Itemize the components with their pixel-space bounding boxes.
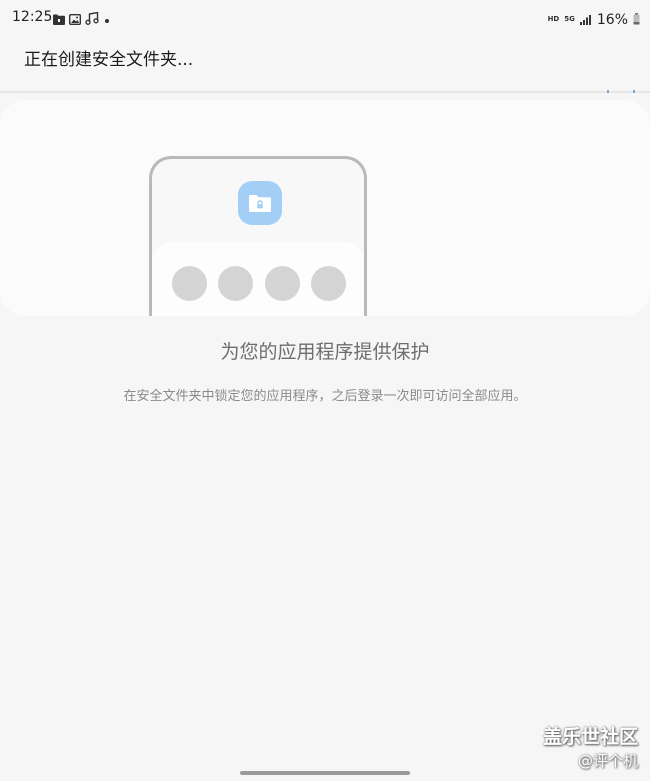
scroll-indicator (607, 90, 635, 93)
image-icon (68, 10, 82, 29)
dot-icon (103, 10, 111, 29)
pin-dot (311, 266, 346, 301)
music-icon (85, 10, 99, 29)
screen: 12:25 HD 5G 16% 正在创建安全文件夹... 为您的应用程序提供保护… (0, 0, 650, 781)
status-icons-right: HD 5G 16% (548, 10, 640, 29)
home-indicator[interactable] (240, 771, 410, 775)
folder-icon (53, 10, 65, 29)
watermark-community: 盖乐世社区 (542, 726, 638, 748)
hd-indicator: HD (547, 15, 560, 23)
battery-percentage: 16% (596, 11, 628, 28)
status-bar: 12:25 HD 5G 16% (0, 0, 650, 36)
watermark-author: @评个机 (577, 752, 638, 770)
network-indicator: 5G (564, 15, 575, 23)
feature-description: 在安全文件夹中锁定您的应用程序，之后登录一次即可访问全部应用。 (123, 389, 527, 404)
pin-panel (152, 242, 364, 316)
pin-dot (172, 266, 207, 301)
page-title: 正在创建安全文件夹... (24, 50, 194, 70)
status-time: 12:25 (12, 9, 53, 25)
phone-illustration (149, 156, 367, 316)
pin-dot (265, 266, 300, 301)
feature-heading: 为您的应用程序提供保护 (220, 341, 430, 363)
signal-icon (579, 10, 592, 29)
status-icons-left (53, 10, 111, 29)
battery-icon (633, 10, 640, 29)
illustration-card (0, 100, 650, 316)
pin-dot (218, 266, 253, 301)
header-divider (0, 91, 650, 93)
locked-folder-icon (238, 181, 282, 225)
